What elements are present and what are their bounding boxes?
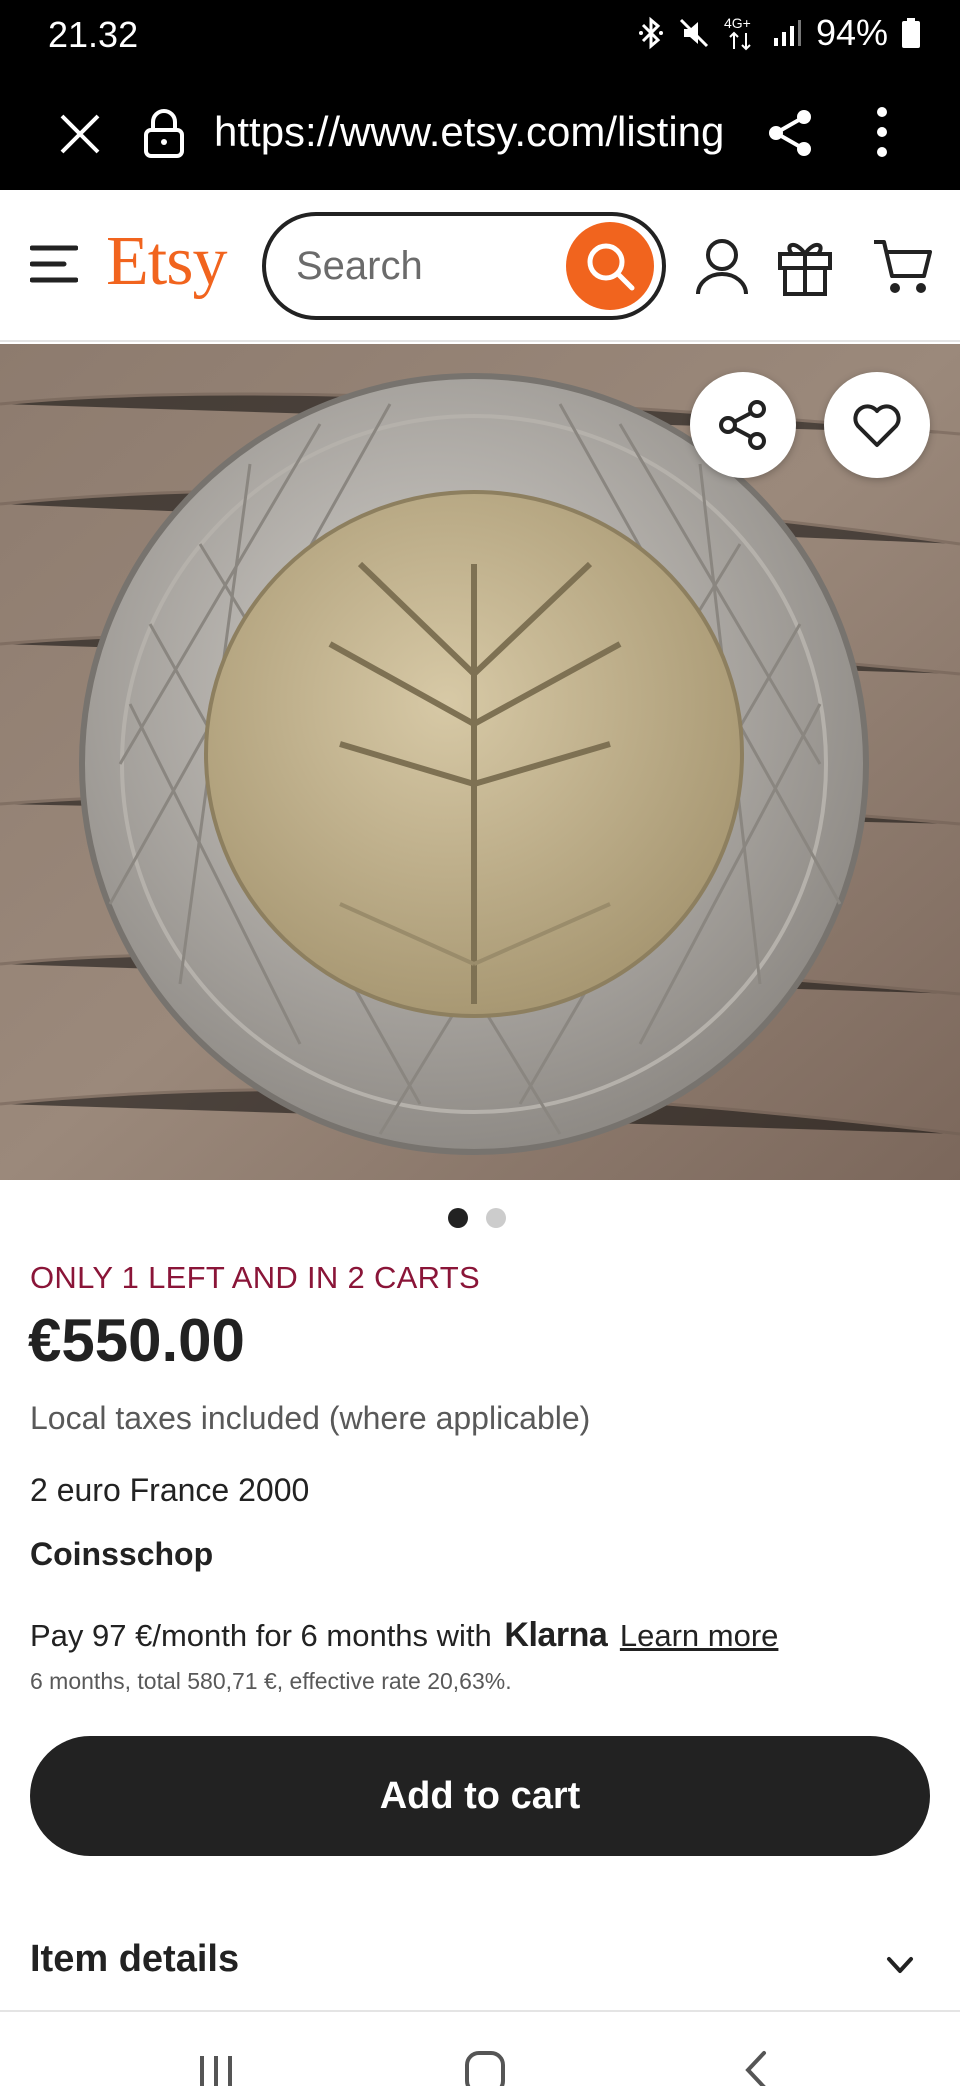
scarcity-message: ONLY 1 LEFT AND IN 2 CARTS <box>30 1260 480 1295</box>
cart-icon[interactable] <box>872 238 934 296</box>
carousel-dots <box>448 1208 506 1228</box>
recents-icon[interactable] <box>196 2052 236 2086</box>
url-text[interactable]: https://www.etsy.com/listing <box>214 108 724 156</box>
menu-icon[interactable] <box>30 244 78 284</box>
share-button[interactable] <box>690 372 796 478</box>
network-icon: 4G+ <box>724 15 758 51</box>
item-details-label: Item details <box>30 1938 240 1980</box>
carousel-dot[interactable] <box>448 1208 468 1228</box>
klarna-logo: Klarna <box>504 1616 608 1654</box>
close-icon[interactable] <box>58 112 102 156</box>
coin-photo <box>0 344 960 1180</box>
klarna-prefix: Pay 97 €/month for 6 months with <box>30 1618 492 1653</box>
lock-icon[interactable] <box>142 108 186 158</box>
item-details-toggle[interactable]: Item details <box>0 1920 960 2008</box>
klarna-offer: Pay 97 €/month for 6 months with Klarna … <box>30 1616 778 1655</box>
mute-icon <box>678 17 710 49</box>
bluetooth-icon <box>638 16 664 50</box>
divider <box>0 2010 960 2012</box>
klarna-detail: 6 months, total 580,71 €, effective rate… <box>30 1668 512 1694</box>
share-icon[interactable] <box>766 108 816 158</box>
more-icon[interactable] <box>862 106 902 158</box>
share-icon <box>719 400 766 450</box>
home-icon[interactable] <box>464 2050 506 2086</box>
search-button[interactable] <box>566 222 654 310</box>
learn-more-link[interactable]: Learn more <box>620 1618 779 1653</box>
favorite-button[interactable] <box>824 372 930 478</box>
gift-icon[interactable] <box>776 236 834 296</box>
heart-icon <box>853 404 901 447</box>
carousel-dot[interactable] <box>486 1208 506 1228</box>
site-header: Etsy Search <box>0 190 960 342</box>
battery-icon <box>902 18 920 48</box>
etsy-logo[interactable]: Etsy <box>106 222 227 302</box>
signal-icon <box>772 18 802 48</box>
browser-toolbar: https://www.etsy.com/listing <box>0 72 960 190</box>
account-icon[interactable] <box>694 238 750 296</box>
status-icons: 4G+ 94% <box>638 12 920 54</box>
product-image[interactable] <box>0 344 960 1180</box>
battery-percent: 94% <box>815 12 888 53</box>
status-time: 21.32 <box>48 14 139 55</box>
search-placeholder: Search <box>296 244 423 288</box>
network-label: 4G+ <box>723 15 751 31</box>
search-icon <box>587 243 635 291</box>
system-nav-bar <box>0 2014 960 2086</box>
status-bar: 21.32 4G+ 94% <box>0 0 960 72</box>
search-input[interactable]: Search <box>262 212 666 320</box>
shop-name-link[interactable]: Coinsschop <box>30 1536 213 1573</box>
chevron-down-icon <box>887 1957 913 1973</box>
taxes-note: Local taxes included (where applicable) <box>30 1400 591 1436</box>
listing-title: 2 euro France 2000 <box>30 1472 310 1508</box>
price: €550.00 <box>28 1307 245 1374</box>
add-to-cart-button[interactable]: Add to cart <box>30 1736 930 1856</box>
back-icon[interactable] <box>740 2050 770 2086</box>
